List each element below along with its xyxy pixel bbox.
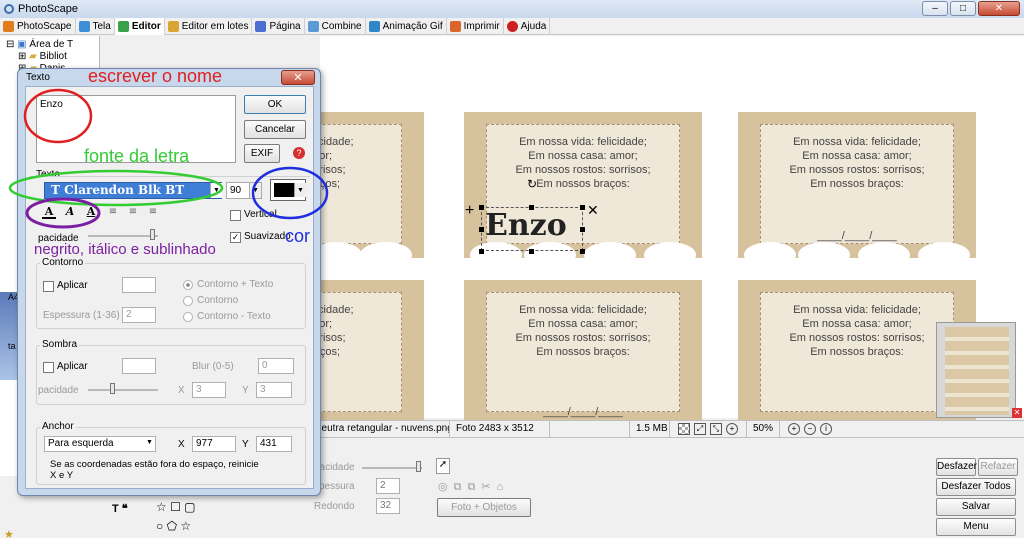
photoscape-window: PhotoScape – □ ✕ PhotoScape Tela Editor … <box>0 0 1024 538</box>
annotation-color: cor <box>285 226 311 246</box>
annotation-write-name: escrever o nome <box>88 66 223 86</box>
annotation-font: fonte da letra <box>84 146 190 166</box>
annotation-circle-color <box>251 166 329 220</box>
annotation-style: negrito, itálico e sublinhado <box>34 241 216 258</box>
annotation-circle-name <box>23 88 93 144</box>
annotation-ellipse-font <box>8 169 224 207</box>
